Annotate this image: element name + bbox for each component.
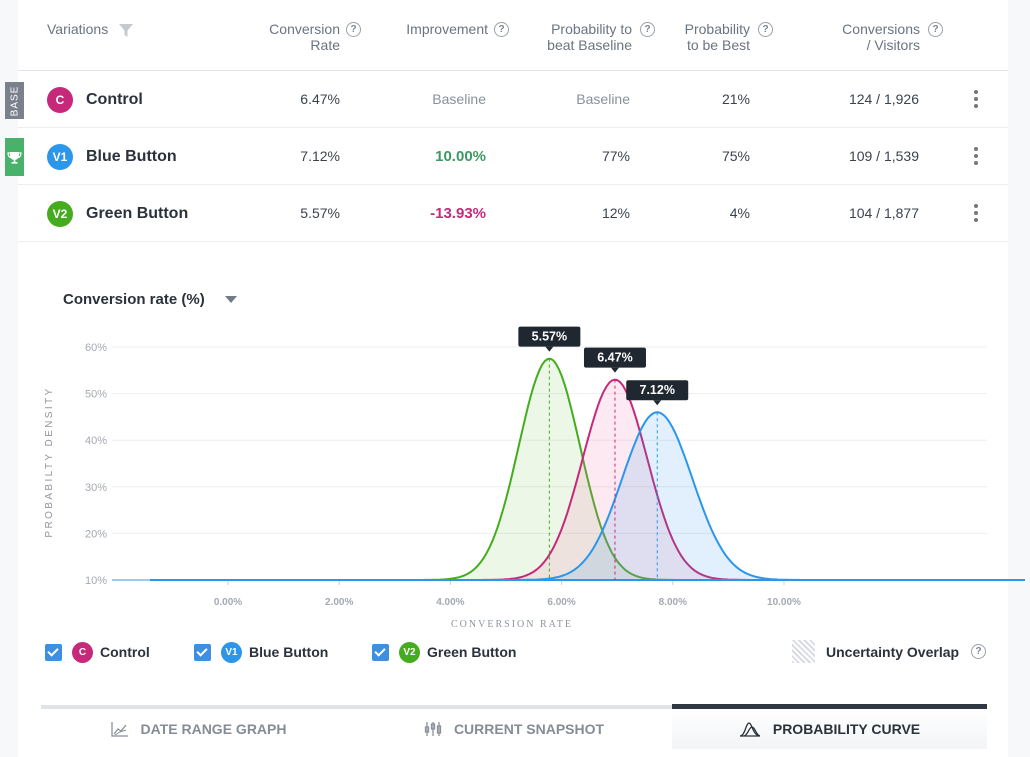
y-tick-label: 60% (85, 342, 107, 354)
y-tick-label: 40% (85, 435, 107, 447)
area-control (150, 379, 1024, 580)
value-label-blue-button: 7.12% (640, 383, 675, 397)
checkbox-checked-icon[interactable] (45, 643, 62, 661)
legend-item-green-button[interactable]: V2 Green Button (372, 640, 516, 664)
bell-curve-icon (739, 722, 761, 737)
x-axis-title: CONVERSION RATE (451, 619, 573, 630)
help-icon[interactable]: ? (971, 644, 986, 659)
value-label-pointer-green-button (545, 346, 554, 352)
hatch-pattern-icon (792, 640, 815, 663)
x-tick-label: 6.00% (547, 597, 575, 608)
candlestick-icon (424, 722, 442, 736)
tab-probability-curve[interactable]: PROBABILITY CURVE (672, 709, 987, 749)
value-label-green-button: 5.57% (532, 330, 567, 344)
legend-item-control[interactable]: C Control (45, 640, 150, 664)
tab-date-range-graph[interactable]: DATE RANGE GRAPH (41, 709, 356, 749)
y-tick-label: 10% (85, 575, 107, 587)
checkbox-checked-icon[interactable] (372, 643, 389, 661)
value-label-pointer-control (610, 367, 619, 373)
tab-label: CURRENT SNAPSHOT (453, 721, 605, 737)
legend-label: Blue Button (249, 644, 329, 660)
variation-badge: V2 (399, 641, 420, 663)
line-graph-icon (110, 722, 128, 737)
checkbox-checked-icon[interactable] (194, 643, 211, 661)
x-tick-label: 10.00% (767, 597, 801, 608)
x-tick-label: 2.00% (325, 597, 353, 608)
legend-item-blue-button[interactable]: V1 Blue Button (194, 640, 328, 664)
variation-badge: C (72, 641, 93, 663)
value-label-pointer-blue-button (653, 400, 662, 406)
legend-label: Green Button (427, 644, 517, 660)
y-tick-label: 30% (85, 482, 107, 494)
variation-badge: V1 (221, 641, 242, 663)
y-tick-label: 50% (85, 389, 107, 401)
overlap-label: Uncertainty Overlap (826, 643, 960, 660)
x-tick-label: 8.00% (659, 597, 687, 608)
y-axis-title: PROBABILTY DENSITY (44, 386, 55, 537)
y-tick-label: 20% (85, 528, 107, 540)
value-label-control: 6.47% (597, 351, 632, 365)
tab-label: PROBABILITY CURVE (772, 721, 921, 737)
probability-chart: 5.57% 6.47% 7.12% 10% 20% 30% 40% 50% 60% 0.00% 2… (44, 326, 1025, 630)
legend-label: Control (100, 644, 150, 660)
tab-current-snapshot[interactable]: CURRENT SNAPSHOT (356, 709, 672, 749)
tab-label: DATE RANGE GRAPH (140, 721, 287, 737)
uncertainty-overlap-toggle[interactable]: Uncertainty Overlap (792, 640, 959, 663)
x-tick-label: 4.00% (436, 597, 464, 608)
x-tick-label: 0.00% (214, 597, 242, 608)
